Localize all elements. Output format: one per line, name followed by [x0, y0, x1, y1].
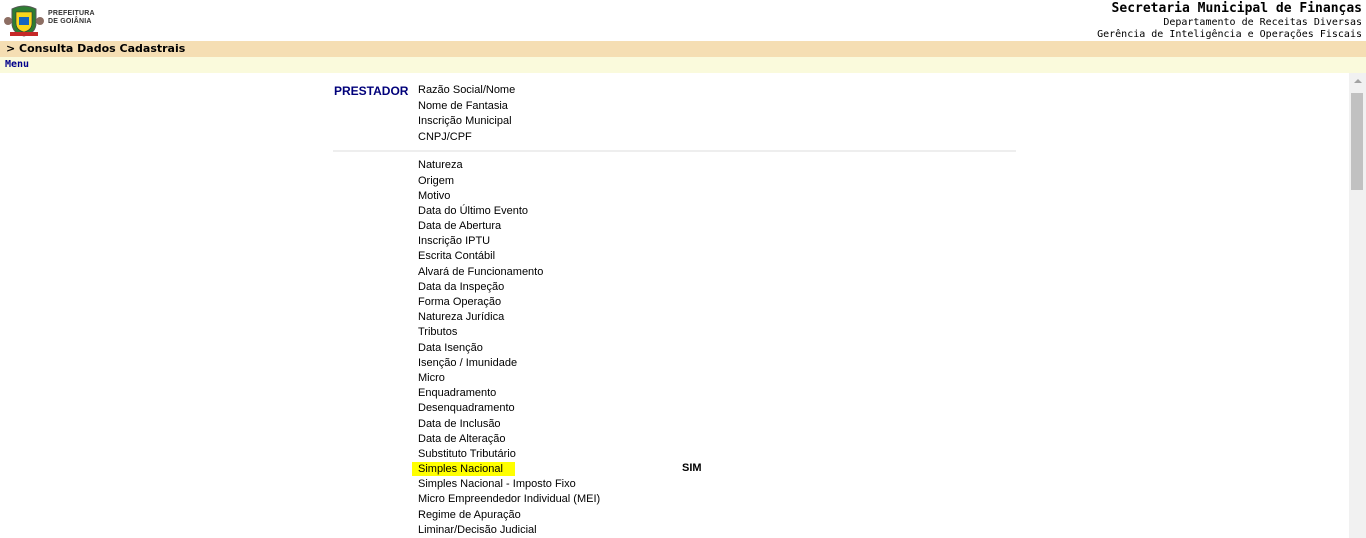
menu-bar: Menu — [0, 57, 1366, 73]
field-nome-fantasia: Nome de Fantasia — [418, 100, 508, 112]
scroll-up-icon[interactable] — [1349, 73, 1366, 90]
field-origem: Origem — [418, 175, 455, 187]
header-subtitle-department: Departamento de Receitas Diversas — [1163, 17, 1362, 28]
field-simples-nacional-label: Simples Nacional — [412, 462, 515, 476]
field-motivo: Motivo — [418, 190, 451, 202]
page-header: PREFEITURA DE GOIÂNIA Secretaria Municip… — [0, 0, 1366, 41]
breadcrumb: > Consulta Dados Cadastrais — [6, 42, 186, 55]
scroll-thumb[interactable] — [1351, 93, 1363, 190]
field-liminar-decisao-judicial: Liminar/Decisão Judicial — [418, 524, 537, 536]
header-title: Secretaria Municipal de Finanças — [1111, 1, 1362, 16]
field-data-inclusao: Data de Inclusão — [418, 418, 501, 430]
field-inscricao-iptu: Inscrição IPTU — [418, 235, 491, 247]
field-enquadramento: Enquadramento — [418, 387, 497, 399]
field-data-inspecao: Data da Inspeção — [418, 281, 505, 293]
field-forma-operacao: Forma Operação — [418, 296, 502, 308]
value-simples-nacional: SIM — [682, 462, 702, 474]
breadcrumb-bar: > Consulta Dados Cadastrais — [0, 41, 1366, 57]
vertical-scrollbar[interactable] — [1349, 73, 1366, 538]
header-subtitle-gerencia: Gerência de Inteligência e Operações Fis… — [1097, 29, 1362, 40]
field-mei: Micro Empreendedor Individual (MEI) — [418, 493, 601, 505]
field-simples-nacional: Simples Nacional — [412, 462, 515, 476]
field-escrita-contabil: Escrita Contábil — [418, 250, 496, 262]
field-simples-nacional-imposto-fixo: Simples Nacional - Imposto Fixo — [418, 478, 576, 490]
field-micro: Micro — [418, 372, 445, 384]
field-substituto-tributario: Substituto Tributário — [418, 448, 516, 460]
main-content: PRESTADOR Razão Social/Nome Nome de Fant… — [0, 73, 1349, 538]
menu-link[interactable]: Menu — [5, 59, 29, 70]
field-natureza-juridica: Natureza Jurídica — [418, 311, 505, 323]
field-razao-social: Razão Social/Nome — [418, 84, 516, 96]
section-divider — [333, 150, 1016, 152]
field-natureza: Natureza — [418, 159, 463, 171]
section-label-prestador: PRESTADOR — [334, 84, 409, 98]
field-data-abertura: Data de Abertura — [418, 220, 502, 232]
field-data-ultimo-evento: Data do Último Evento — [418, 205, 529, 217]
logo-text: PREFEITURA DE GOIÂNIA — [48, 10, 95, 25]
field-desenquadramento: Desenquadramento — [418, 402, 515, 414]
field-isencao-imunidade: Isenção / Imunidade — [418, 357, 518, 369]
field-inscricao-municipal: Inscrição Municipal — [418, 115, 512, 127]
prefeitura-logo-icon — [4, 5, 44, 37]
field-alvara-funcionamento: Alvará de Funcionamento — [418, 266, 544, 278]
header-titles: Secretaria Municipal de Finanças Departa… — [1097, 1, 1362, 41]
field-cnpj-cpf: CNPJ/CPF — [418, 131, 472, 143]
field-data-alteracao: Data de Alteração — [418, 433, 506, 445]
field-regime-apuracao: Regime de Apuração — [418, 509, 521, 521]
field-tributos: Tributos — [418, 326, 458, 338]
field-data-isencao: Data Isenção — [418, 342, 483, 354]
